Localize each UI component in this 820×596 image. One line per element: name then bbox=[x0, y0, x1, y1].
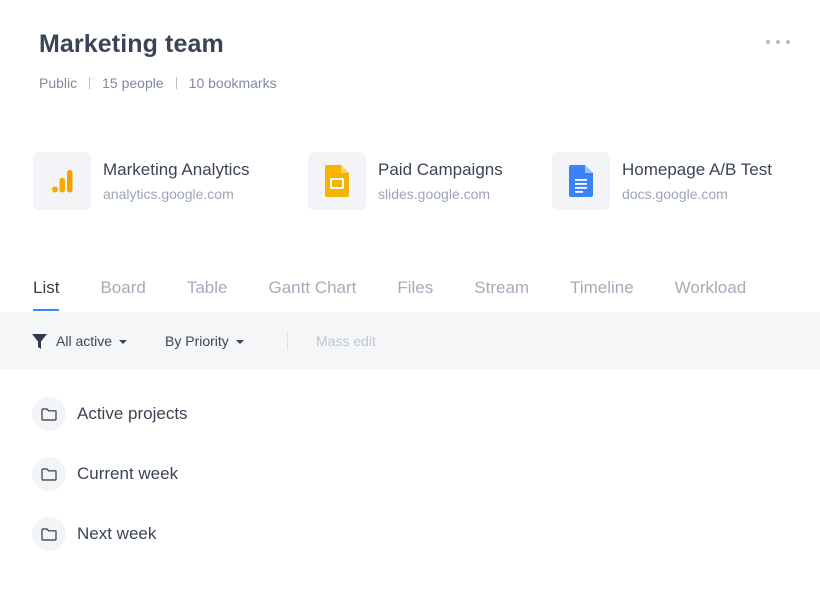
list-item[interactable]: Next week bbox=[32, 516, 188, 552]
tab-stream[interactable]: Stream bbox=[474, 276, 529, 312]
bookmark-url: slides.google.com bbox=[378, 185, 491, 202]
list-item-label: Active projects bbox=[77, 404, 188, 423]
folder-icon bbox=[32, 457, 66, 491]
bookmark-paid-campaigns[interactable]: Paid Campaigns slides.google.com bbox=[308, 152, 552, 210]
more-dot-icon bbox=[776, 40, 780, 44]
folder-icon bbox=[32, 397, 66, 431]
tab-list[interactable]: List bbox=[33, 276, 60, 312]
tab-timeline[interactable]: Timeline bbox=[570, 276, 634, 312]
bookmarks-row: Marketing Analytics analytics.google.com… bbox=[33, 152, 772, 210]
bookmark-homepage-ab-test[interactable]: Homepage A/B Test docs.google.com bbox=[552, 152, 772, 210]
google-slides-icon bbox=[308, 152, 366, 210]
google-analytics-icon bbox=[33, 152, 91, 210]
more-dot-icon bbox=[786, 40, 790, 44]
list-item[interactable]: Current week bbox=[32, 456, 188, 492]
meta-divider bbox=[175, 77, 177, 89]
filter-label: All active bbox=[56, 333, 113, 349]
more-dot-icon bbox=[766, 40, 770, 44]
filter-dropdown[interactable]: All active bbox=[32, 332, 128, 350]
bookmark-text: Homepage A/B Test docs.google.com bbox=[622, 159, 772, 204]
sort-label: By Priority bbox=[165, 333, 229, 349]
tab-table[interactable]: Table bbox=[187, 276, 228, 312]
bookmark-marketing-analytics[interactable]: Marketing Analytics analytics.google.com bbox=[33, 152, 308, 210]
view-tabs: List Board Table Gantt Chart Files Strea… bbox=[33, 276, 746, 312]
bookmark-url: docs.google.com bbox=[622, 185, 728, 202]
bookmark-text: Marketing Analytics analytics.google.com bbox=[103, 159, 249, 204]
tab-board[interactable]: Board bbox=[100, 276, 145, 312]
chevron-down-icon bbox=[119, 340, 128, 344]
google-docs-icon bbox=[552, 152, 610, 210]
folder-list: Active projects Current week Next week bbox=[32, 396, 188, 576]
bookmark-name: Paid Campaigns bbox=[378, 159, 503, 179]
list-item[interactable]: Active projects bbox=[32, 396, 188, 432]
list-toolbar: All active By Priority Mass edit bbox=[0, 312, 820, 369]
bookmarks-count[interactable]: 10 bookmarks bbox=[189, 75, 277, 91]
page-title: Marketing team bbox=[39, 30, 224, 58]
list-item-label: Next week bbox=[77, 524, 157, 543]
tab-workload[interactable]: Workload bbox=[675, 276, 747, 312]
meta-divider bbox=[89, 77, 91, 89]
bookmark-name: Homepage A/B Test bbox=[622, 159, 772, 179]
tab-files[interactable]: Files bbox=[397, 276, 433, 312]
filter-icon bbox=[32, 333, 47, 349]
people-count[interactable]: 15 people bbox=[102, 75, 164, 91]
list-item-label: Current week bbox=[77, 464, 179, 483]
more-options-button[interactable] bbox=[766, 34, 790, 50]
folder-icon bbox=[32, 517, 66, 551]
tab-gantt-chart[interactable]: Gantt Chart bbox=[268, 276, 356, 312]
visibility-label: Public bbox=[39, 75, 78, 91]
mass-edit-button[interactable]: Mass edit bbox=[316, 332, 376, 350]
toolbar-divider bbox=[287, 333, 288, 350]
bookmark-url: analytics.google.com bbox=[103, 185, 234, 202]
bookmark-text: Paid Campaigns slides.google.com bbox=[378, 159, 503, 204]
bookmark-name: Marketing Analytics bbox=[103, 159, 250, 179]
chevron-down-icon bbox=[235, 340, 244, 344]
team-meta: Public 15 people 10 bookmarks bbox=[39, 74, 277, 92]
sort-dropdown[interactable]: By Priority bbox=[165, 332, 244, 350]
